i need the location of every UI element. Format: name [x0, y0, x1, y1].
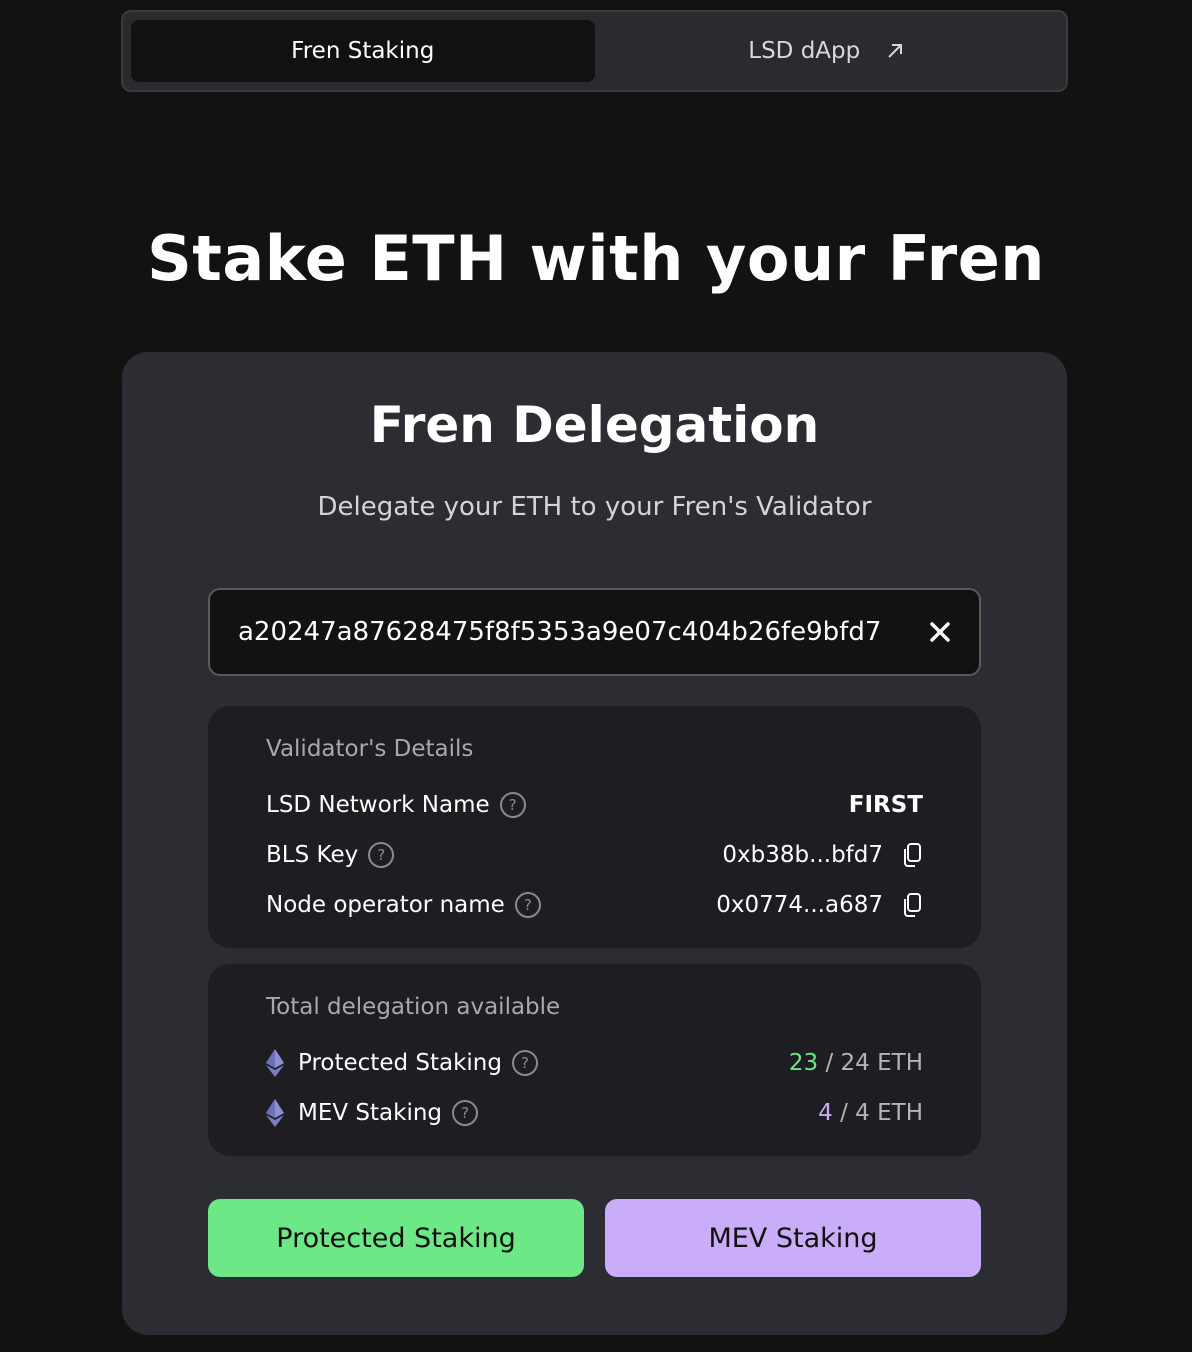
bls-key-value: 0xb38b...bfd7 [722, 842, 883, 868]
total-amount: 4 ETH [855, 1100, 923, 1126]
row-label: MEV Staking [298, 1100, 443, 1126]
card-title: Fren Delegation [369, 396, 820, 454]
external-link-icon [886, 42, 904, 60]
bls-key-field [208, 588, 981, 676]
copy-icon[interactable] [901, 892, 923, 918]
delegation-row-mev: MEV Staking ? 4 / 4 ETH [266, 1088, 923, 1138]
delegation-row-protected: Protected Staking ? 23 / 24 ETH [266, 1038, 923, 1088]
node-operator-value: 0x0774...a687 [716, 892, 883, 918]
tab-label: Fren Staking [291, 38, 435, 64]
row-label: Node operator name [266, 892, 505, 918]
help-icon[interactable]: ? [452, 1100, 479, 1126]
current-amount: 23 [788, 1050, 819, 1076]
help-icon[interactable]: ? [514, 892, 541, 918]
copy-icon[interactable] [901, 842, 923, 868]
card-subtitle: Delegate your ETH to your Fren's Validat… [317, 492, 872, 522]
detail-row-bls-key: BLS Key ? 0xb38b...bfd7 [266, 830, 923, 880]
detail-row-node-operator: Node operator name ? 0x0774...a687 [266, 880, 923, 930]
ethereum-icon [266, 1099, 284, 1127]
fren-delegation-card: Fren Delegation Delegate your ETH to you… [122, 352, 1067, 1335]
help-icon[interactable]: ? [511, 1050, 538, 1076]
delegation-panel: Total delegation available Protected Sta… [208, 964, 981, 1156]
row-label: Protected Staking [298, 1050, 502, 1076]
bls-key-input[interactable] [238, 617, 915, 647]
nav-tabs: Fren Staking LSD dApp [121, 10, 1068, 92]
lsd-network-name-value: FIRST [848, 792, 923, 818]
validator-details-panel: Validator's Details LSD Network Name ? F… [208, 706, 981, 948]
panel-title: Total delegation available [266, 994, 561, 1020]
amount-separator: / [818, 1050, 841, 1076]
detail-row-lsd-network: LSD Network Name ? FIRST [266, 780, 923, 830]
page-title: Stake ETH with your Fren [147, 222, 1045, 295]
current-amount: 4 [818, 1100, 833, 1126]
row-label: LSD Network Name [266, 792, 490, 818]
ethereum-icon [266, 1049, 284, 1077]
tab-lsd-dapp[interactable]: LSD dApp [595, 20, 1059, 82]
close-icon[interactable] [929, 621, 951, 643]
tab-label: LSD dApp [748, 38, 861, 64]
amount-separator: / [832, 1100, 856, 1126]
mev-staking-amount: 4 / 4 ETH [818, 1100, 923, 1126]
help-icon[interactable]: ? [368, 842, 395, 868]
total-amount: 24 ETH [840, 1050, 923, 1076]
mev-staking-button[interactable]: MEV Staking [605, 1199, 981, 1277]
protected-staking-button[interactable]: Protected Staking [208, 1199, 584, 1277]
protected-staking-amount: 23 / 24 ETH [789, 1050, 923, 1076]
help-icon[interactable]: ? [499, 792, 526, 818]
row-label: BLS Key [266, 842, 359, 868]
tab-fren-staking[interactable]: Fren Staking [131, 20, 595, 82]
panel-title: Validator's Details [266, 736, 474, 762]
